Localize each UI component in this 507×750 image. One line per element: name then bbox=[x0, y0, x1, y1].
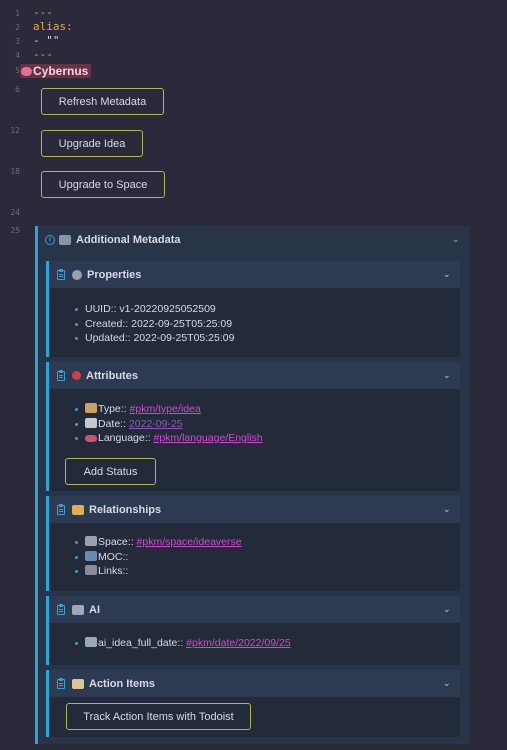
chevron-down-icon[interactable]: ⌄ bbox=[443, 270, 451, 279]
list-item: UUID:: v1-20220925052509 bbox=[75, 302, 460, 317]
chevron-down-icon[interactable]: ⌄ bbox=[443, 605, 451, 614]
moc-label: MOC:: bbox=[98, 550, 129, 563]
space-label: Space:: bbox=[98, 536, 134, 548]
line-number: 25 bbox=[10, 226, 20, 235]
additional-metadata-title: Additional Metadata bbox=[76, 234, 181, 246]
memo-icon bbox=[72, 678, 84, 689]
frontmatter-open[interactable]: --- bbox=[33, 6, 53, 19]
list-item-moc: MOC:: bbox=[75, 550, 460, 565]
refresh-metadata-button[interactable]: Refresh Metadata bbox=[41, 88, 164, 115]
properties-title: Properties bbox=[87, 268, 142, 281]
robot-icon bbox=[72, 604, 84, 615]
language-label: Language:: bbox=[98, 432, 151, 444]
frontmatter-close[interactable]: --- bbox=[33, 48, 53, 61]
links-label: Links:: bbox=[98, 565, 129, 577]
properties-callout: Properties ⌄ UUID:: v1-20220925052509 Cr… bbox=[46, 261, 460, 357]
list-item-date: Date:: 2022-09-25 bbox=[75, 417, 460, 432]
list-item-language: Language:: #pkm/language/English bbox=[75, 431, 460, 446]
relationships-title: Relationships bbox=[89, 503, 162, 516]
chevron-down-icon[interactable]: ⌄ bbox=[443, 505, 451, 514]
calendar-icon bbox=[85, 417, 97, 428]
line-number: 12 bbox=[10, 126, 20, 135]
chevron-down-icon[interactable]: ⌄ bbox=[452, 235, 460, 244]
track-action-items-button[interactable]: Track Action Items with Todoist bbox=[66, 703, 251, 730]
action-items-callout: Action Items ⌄ Track Action Items with T… bbox=[46, 670, 460, 737]
folder-icon bbox=[85, 403, 97, 413]
clipboard-icon bbox=[57, 503, 65, 515]
page-heading[interactable]: Cybernus bbox=[20, 64, 92, 78]
type-label: Type:: bbox=[98, 403, 127, 415]
page-heading-text: Cybernus bbox=[33, 64, 89, 78]
pushpin-icon bbox=[72, 371, 81, 380]
brain-icon bbox=[21, 67, 32, 76]
additional-metadata-header[interactable]: i Additional Metadata bbox=[45, 234, 181, 246]
frontmatter-alias-value[interactable]: - "" bbox=[33, 34, 60, 47]
ai-title: AI bbox=[89, 603, 100, 616]
ai-callout: AI ⌄ ai_idea_full_date:: #pkm/date/2022/… bbox=[46, 596, 460, 665]
attributes-callout: Attributes ⌄ Type:: #pkm/type/idea Date:… bbox=[46, 362, 460, 491]
date-label: Date:: bbox=[98, 417, 127, 430]
list-item: Updated:: 2022-09-25T05:25:09 bbox=[75, 331, 460, 346]
line-number: 24 bbox=[10, 208, 20, 217]
ai-header[interactable]: AI ⌄ bbox=[49, 596, 460, 623]
date-link[interactable]: 2022-09-25 bbox=[129, 418, 183, 430]
satellite-icon bbox=[85, 536, 97, 546]
upgrade-to-space-button[interactable]: Upgrade to Space bbox=[41, 171, 165, 198]
list-item-ai-date: ai_idea_full_date:: #pkm/date/2022/09/25 bbox=[75, 636, 460, 651]
ai-date-label: ai_idea_full_date:: bbox=[98, 637, 184, 649]
relationships-header[interactable]: Relationships ⌄ bbox=[49, 496, 460, 523]
frontmatter-alias-key[interactable]: alias: bbox=[33, 20, 73, 33]
add-status-button[interactable]: Add Status bbox=[65, 458, 156, 485]
line-number: 5 bbox=[15, 66, 20, 75]
space-tag-link[interactable]: #pkm/space/ideaverse bbox=[137, 536, 242, 548]
chevron-down-icon[interactable]: ⌄ bbox=[443, 679, 451, 688]
list-item-type: Type:: #pkm/type/idea bbox=[75, 402, 460, 417]
relationships-callout: Relationships ⌄ Space:: #pkm/space/ideav… bbox=[46, 496, 460, 591]
upgrade-idea-button[interactable]: Upgrade Idea bbox=[41, 130, 143, 157]
line-number: 6 bbox=[15, 85, 20, 94]
map-icon bbox=[85, 550, 97, 561]
gear-icon bbox=[72, 269, 82, 280]
compass-icon bbox=[85, 565, 97, 575]
lips-icon bbox=[85, 435, 97, 442]
computer-icon bbox=[59, 235, 71, 245]
type-tag-link[interactable]: #pkm/type/idea bbox=[130, 403, 201, 415]
list-item-space: Space:: #pkm/space/ideaverse bbox=[75, 535, 460, 550]
action-items-title: Action Items bbox=[89, 677, 156, 690]
line-number: 18 bbox=[10, 167, 20, 176]
line-number: 3 bbox=[15, 37, 20, 46]
clipboard-icon bbox=[57, 603, 65, 615]
list-item: Created:: 2022-09-25T05:25:09 bbox=[75, 317, 460, 332]
attributes-title: Attributes bbox=[86, 369, 138, 382]
line-number: 1 bbox=[15, 9, 20, 18]
clipboard-icon bbox=[57, 369, 65, 381]
chevron-down-icon[interactable]: ⌄ bbox=[443, 371, 451, 380]
ai-date-tag-link[interactable]: #pkm/date/2022/09/25 bbox=[186, 637, 291, 649]
list-item-links: Links:: bbox=[75, 564, 460, 579]
clipboard-icon bbox=[57, 677, 65, 689]
language-tag-link[interactable]: #pkm/language/English bbox=[153, 432, 262, 444]
robot-icon bbox=[85, 637, 97, 647]
handshake-icon bbox=[72, 504, 84, 515]
clipboard-icon bbox=[57, 268, 65, 280]
line-number: 4 bbox=[15, 51, 20, 60]
line-number: 2 bbox=[15, 23, 20, 32]
properties-header[interactable]: Properties ⌄ bbox=[49, 261, 460, 288]
attributes-header[interactable]: Attributes ⌄ bbox=[49, 362, 460, 389]
info-icon: i bbox=[45, 235, 55, 245]
action-items-header[interactable]: Action Items ⌄ bbox=[49, 670, 460, 697]
